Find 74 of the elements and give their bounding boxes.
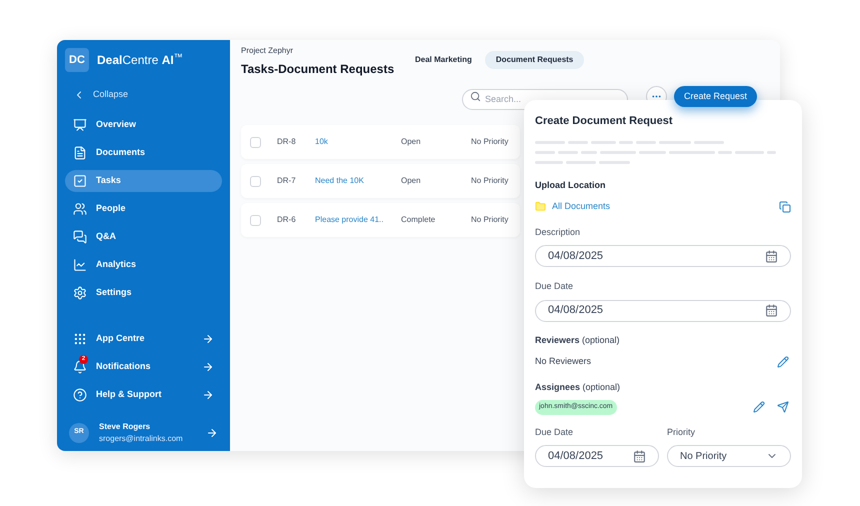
- field-label: Description: [535, 226, 582, 239]
- collapse-button[interactable]: Collapse: [65, 88, 222, 102]
- arrow-right-icon: [202, 332, 214, 344]
- reviewers-value: No Reviewers: [535, 355, 592, 368]
- field-label: Priority: [667, 426, 696, 439]
- document-icon: [73, 146, 87, 160]
- calendar-icon: [633, 450, 646, 462]
- field-label: Due Date: [535, 280, 574, 293]
- chart-icon: [73, 258, 87, 272]
- create-request-button[interactable]: Create Request: [674, 86, 758, 107]
- sidebar-item[interactable]: Analytics: [65, 254, 222, 276]
- folder-link[interactable]: All Documents: [552, 200, 779, 214]
- table-row[interactable]: DR-7 Need the 10K Open No Priority: [241, 164, 520, 198]
- settings-icon: [73, 286, 87, 300]
- project-name: Project Zephyr: [241, 45, 294, 57]
- chat-icon: [73, 230, 87, 244]
- priority-text: No Priority: [471, 214, 508, 226]
- grid-icon: [73, 332, 87, 346]
- checkbox[interactable]: [250, 214, 261, 226]
- arrow-right-icon: [202, 388, 214, 400]
- checkbox-icon: [73, 174, 87, 188]
- help-icon: [73, 388, 87, 402]
- request-title[interactable]: Please provide 41..: [315, 214, 401, 226]
- user-name: Steve Rogers: [99, 420, 152, 432]
- sidebar-item[interactable]: Tasks: [65, 170, 222, 192]
- user-email: srogers@intralinks.com: [99, 432, 184, 444]
- request-title[interactable]: 10k: [315, 136, 401, 148]
- table-row[interactable]: DR-6 Please provide 41.. Complete No Priority: [241, 203, 520, 237]
- search-icon: [470, 91, 481, 102]
- copy-icon[interactable]: [779, 200, 791, 213]
- pencil-icon[interactable]: [777, 356, 789, 368]
- calendar-icon: [765, 250, 778, 262]
- field-label: Assignees (optional): [535, 380, 622, 394]
- sidebar-item[interactable]: People: [65, 198, 222, 220]
- field-label: Due Date: [535, 426, 574, 438]
- arrow-right-icon: [206, 426, 218, 438]
- request-id: DR-8: [277, 136, 297, 148]
- status-text: Open: [401, 136, 422, 148]
- request-title[interactable]: Need the 10K: [315, 175, 401, 187]
- date-field[interactable]: 04/08/2025: [535, 300, 791, 322]
- date-field[interactable]: 04/08/2025: [535, 445, 659, 467]
- priority-text: No Priority: [471, 175, 508, 187]
- status-text: Complete: [401, 214, 436, 226]
- sidebar-item[interactable]: Settings: [65, 282, 222, 304]
- tab[interactable]: Document Requests: [484, 51, 584, 69]
- sidebar-item[interactable]: Documents: [65, 142, 222, 164]
- presentation-icon: [73, 118, 87, 132]
- tab[interactable]: Deal Marketing: [404, 51, 483, 69]
- checkbox[interactable]: [250, 176, 261, 186]
- page-title: Tasks-Document Requests: [241, 61, 396, 78]
- field-label: Upload Location: [535, 178, 606, 192]
- request-id: DR-7: [277, 175, 297, 187]
- send-icon[interactable]: [777, 401, 789, 414]
- date-field[interactable]: 04/08/2025: [535, 245, 791, 267]
- priority-select[interactable]: No Priority: [667, 445, 791, 467]
- request-id: DR-6: [277, 214, 297, 226]
- logo: DC: [65, 48, 89, 72]
- bell-icon: [73, 360, 87, 374]
- sidebar-item[interactable]: Q&A: [65, 226, 222, 248]
- pencil-icon[interactable]: [753, 401, 765, 414]
- sidebar-item[interactable]: Overview: [65, 114, 222, 136]
- priority-text: No Priority: [471, 136, 508, 148]
- checkbox[interactable]: [250, 136, 261, 148]
- table-row[interactable]: DR-8 10k Open No Priority: [241, 125, 520, 159]
- dialog-title: Create Document Request: [535, 114, 674, 129]
- field-label: Reviewers (optional): [535, 334, 621, 347]
- arrow-right-icon: [202, 360, 214, 372]
- status-text: Open: [401, 175, 422, 187]
- sidebar-link[interactable]: App Centre: [65, 328, 222, 350]
- folder-icon: [535, 201, 546, 212]
- sidebar-link[interactable]: Help & Support: [65, 384, 222, 406]
- brand-name: DealCentre AI$^{™}$: [97, 51, 183, 69]
- people-icon: [73, 202, 87, 216]
- calendar-icon: [765, 304, 778, 317]
